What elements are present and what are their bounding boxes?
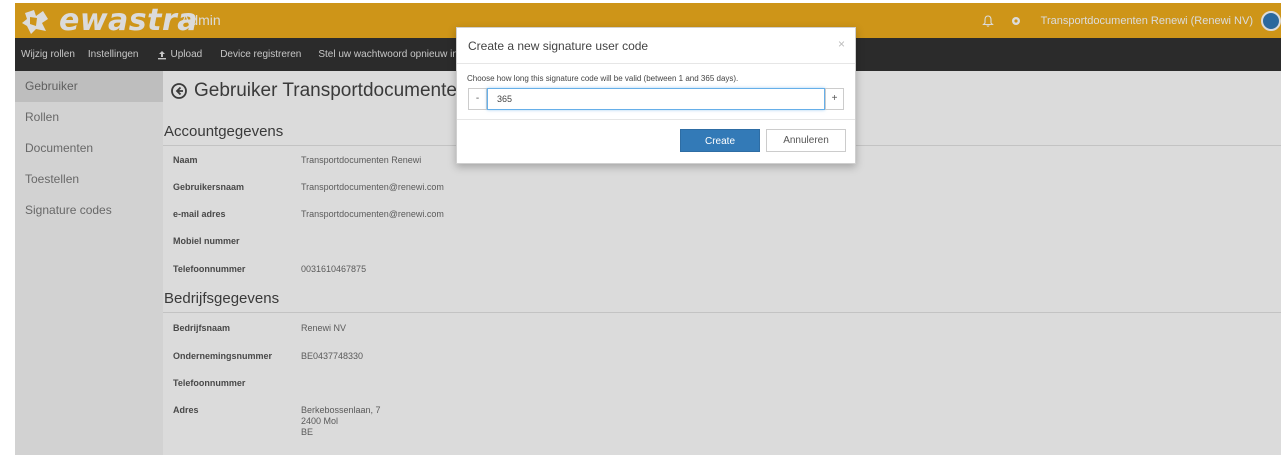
app-window: ewastra Admin Transportdocumenten Renewi… — [15, 3, 1281, 455]
dialog-footer: Create Annuleren — [457, 120, 855, 163]
dialog-title: Create a new signature user code — [468, 39, 649, 53]
screen: ewastra Admin Transportdocumenten Renewi… — [0, 0, 1281, 455]
validity-hint: Choose how long this signature code will… — [467, 74, 739, 83]
days-input[interactable]: 365 — [487, 88, 825, 110]
days-stepper: - 365 + — [468, 88, 844, 110]
decrement-button[interactable]: - — [468, 88, 487, 110]
dialog-header: Create a new signature user code × — [457, 28, 855, 64]
create-button[interactable]: Create — [680, 129, 760, 152]
increment-button[interactable]: + — [825, 88, 844, 110]
signature-code-dialog: Create a new signature user code × Choos… — [456, 27, 856, 164]
dialog-body: Choose how long this signature code will… — [457, 64, 855, 120]
cancel-button[interactable]: Annuleren — [766, 129, 846, 152]
close-icon[interactable]: × — [838, 37, 845, 51]
